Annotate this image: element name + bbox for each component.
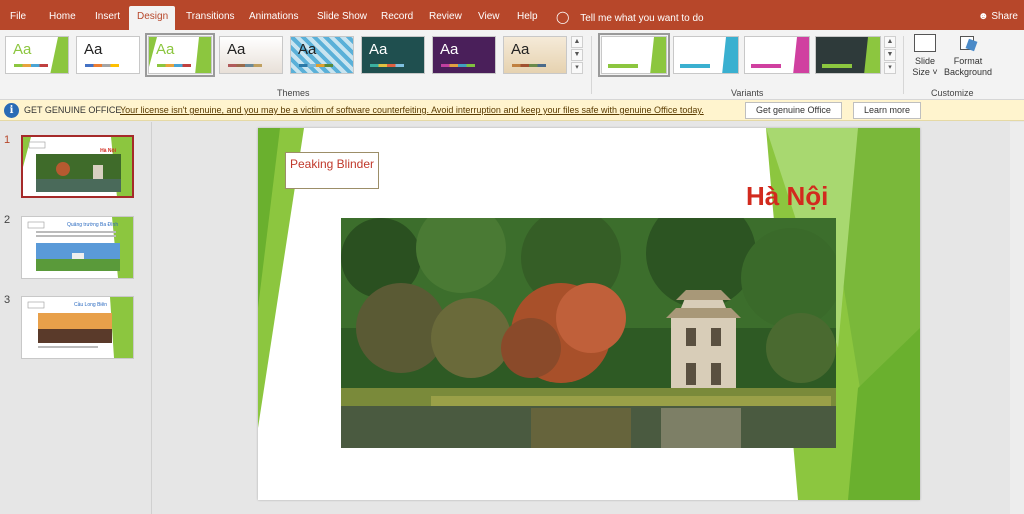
design-ribbon: Aa Aa Aa Aa Aa Aa Aa Aa ▲ ▼ ▾ Themes ▲ ▼… bbox=[0, 30, 1024, 100]
theme-sample: Aa bbox=[84, 41, 103, 58]
format-background-icon bbox=[958, 34, 978, 52]
tab-transitions[interactable]: Transitions bbox=[178, 6, 243, 30]
variants-group-label: Variants bbox=[731, 88, 764, 98]
hoan-kiem-lake-photo[interactable] bbox=[341, 218, 836, 448]
variant-4-art bbox=[822, 37, 880, 73]
ribbon-tab-bar: File Home Insert Design Transitions Anim… bbox=[0, 0, 1024, 32]
learn-more-button[interactable]: Learn more bbox=[853, 102, 922, 119]
customize-group-label: Customize bbox=[931, 88, 974, 98]
variant-thumbnail-1[interactable] bbox=[598, 33, 670, 77]
variant-2-art bbox=[680, 37, 738, 73]
tab-slide-show[interactable]: Slide Show bbox=[309, 6, 375, 30]
variant-1-art bbox=[608, 37, 666, 73]
thumb-title: Cầu Long Biên bbox=[74, 302, 108, 308]
editor-scrollbar[interactable] bbox=[1010, 122, 1024, 514]
share-button[interactable]: ☻ Share bbox=[978, 6, 1018, 28]
tab-insert[interactable]: Insert bbox=[87, 6, 128, 30]
theme-sample: Aa bbox=[156, 41, 175, 58]
theme-thumbnail-3[interactable]: Aa bbox=[145, 33, 215, 77]
theme-color-strip bbox=[441, 64, 475, 67]
tab-help[interactable]: Help bbox=[509, 6, 546, 30]
tell-me-text: Tell me what you want to do bbox=[580, 13, 704, 24]
theme-color-strip bbox=[370, 64, 404, 67]
slide-thumbnail-3[interactable]: Cầu Long Biên bbox=[21, 296, 134, 359]
thumb-1-art bbox=[23, 137, 132, 196]
theme-color-strip bbox=[512, 64, 546, 67]
get-genuine-office-button[interactable]: Get genuine Office bbox=[745, 102, 842, 119]
format-background-button[interactable]: Format Background bbox=[943, 34, 993, 78]
variant-3-art bbox=[751, 37, 809, 73]
theme-sample: Aa bbox=[298, 41, 317, 58]
person-icon: ☻ bbox=[978, 11, 989, 22]
turtle-tower-image bbox=[341, 218, 836, 448]
tab-design[interactable]: Design bbox=[129, 6, 175, 30]
share-label: Share bbox=[991, 11, 1018, 22]
license-warning-bar: i GET GENUINE OFFICE Your license isn't … bbox=[0, 100, 1024, 121]
tab-view[interactable]: View bbox=[470, 6, 508, 30]
theme-sample: Aa bbox=[440, 41, 459, 58]
slide-thumbnail-1[interactable]: Hà Nội bbox=[21, 135, 134, 198]
format-background-label: Format bbox=[953, 56, 983, 66]
tab-record[interactable]: Record bbox=[373, 6, 421, 30]
theme-color-strip bbox=[299, 64, 333, 67]
thumb-title: Quảng trường Ba Đình bbox=[67, 222, 119, 228]
tell-me-search[interactable]: ◯ Tell me what you want to do bbox=[556, 6, 704, 28]
theme-color-strip bbox=[228, 64, 262, 67]
variant-thumbnail-2[interactable] bbox=[673, 36, 739, 74]
theme-thumbnail-2[interactable]: Aa bbox=[76, 36, 140, 74]
slide-size-label: Slide bbox=[914, 56, 935, 66]
slide-size-icon bbox=[914, 34, 936, 52]
theme-thumbnail-7[interactable]: Aa bbox=[432, 36, 496, 74]
warning-title: GET GENUINE OFFICE bbox=[24, 105, 122, 115]
slide-number: 3 bbox=[4, 294, 11, 306]
tab-file[interactable]: File bbox=[2, 6, 34, 30]
variants-scroll-up[interactable]: ▲ bbox=[884, 36, 896, 48]
themes-more[interactable]: ▾ bbox=[571, 62, 583, 74]
variants-scroll-down[interactable]: ▼ bbox=[884, 49, 896, 61]
slide-number: 1 bbox=[4, 134, 11, 146]
variants-more[interactable]: ▾ bbox=[884, 62, 896, 74]
format-background-label-2: Background bbox=[943, 67, 993, 77]
tab-home[interactable]: Home bbox=[41, 6, 84, 30]
tab-review[interactable]: Review bbox=[421, 6, 470, 30]
theme-thumbnail-6[interactable]: Aa bbox=[361, 36, 425, 74]
ribbon-separator bbox=[591, 36, 592, 94]
theme-thumbnail-8[interactable]: Aa bbox=[503, 36, 567, 74]
slide-size-label-2: Size bbox=[912, 67, 930, 77]
theme-thumbnail-1[interactable]: Aa bbox=[5, 36, 69, 74]
peaking-blinder-textbox[interactable]: Peaking Blinder bbox=[285, 152, 379, 189]
theme-sample: Aa bbox=[369, 41, 388, 58]
lightbulb-icon: ◯ bbox=[556, 10, 570, 24]
slide-size-button[interactable]: Slide Size ˅ bbox=[907, 34, 943, 78]
slide-number: 2 bbox=[4, 214, 11, 226]
slide-title[interactable]: Hà Nội bbox=[746, 181, 828, 212]
slide-thumbnail-pane: 1 Hà Nội 2 Quảng trường Ba Đình 3 Cầu Lo… bbox=[0, 122, 152, 514]
themes-scroll-up[interactable]: ▲ bbox=[571, 36, 583, 48]
theme-thumbnail-5[interactable]: Aa bbox=[290, 36, 354, 74]
themes-scroll-down[interactable]: ▼ bbox=[571, 49, 583, 61]
tab-animations[interactable]: Animations bbox=[241, 6, 306, 30]
theme-sample: Aa bbox=[13, 41, 32, 58]
info-icon: i bbox=[4, 103, 19, 118]
theme-color-strip bbox=[14, 64, 48, 67]
slide-canvas[interactable]: Peaking Blinder Hà Nội bbox=[258, 128, 920, 500]
chevron-down-icon: ˅ bbox=[932, 67, 938, 77]
theme-sample: Aa bbox=[511, 41, 530, 58]
thumb-title: Hà Nội bbox=[100, 148, 116, 154]
variant-thumbnail-3[interactable] bbox=[744, 36, 810, 74]
theme-thumbnail-4[interactable]: Aa bbox=[219, 36, 283, 74]
theme-sample: Aa bbox=[227, 41, 246, 58]
variant-thumbnail-4[interactable] bbox=[815, 36, 881, 74]
warning-message-link[interactable]: Your license isn't genuine, and you may … bbox=[120, 105, 704, 115]
theme-color-strip bbox=[85, 64, 119, 67]
theme-color-strip bbox=[157, 64, 191, 67]
slide-thumbnail-2[interactable]: Quảng trường Ba Đình bbox=[21, 216, 134, 279]
ribbon-separator bbox=[903, 36, 904, 94]
themes-group-label: Themes bbox=[277, 88, 310, 98]
